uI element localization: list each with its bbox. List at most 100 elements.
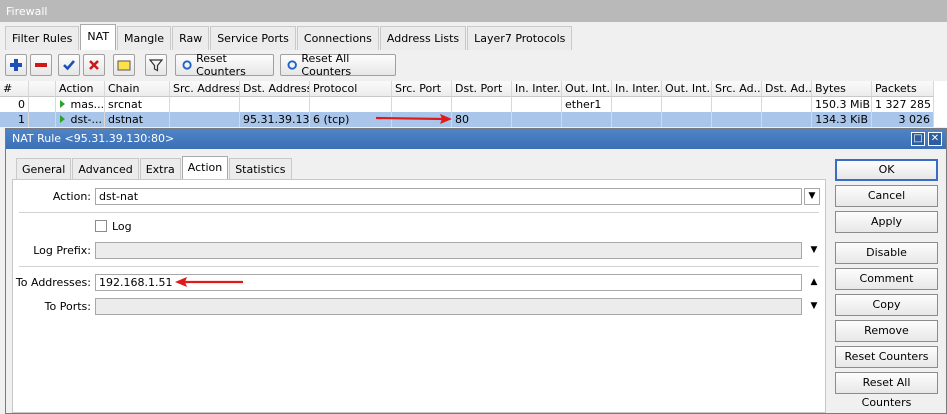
- tab-service-ports[interactable]: Service Ports: [210, 26, 296, 50]
- col-packets[interactable]: Packets: [872, 81, 934, 97]
- col-dst-address-list[interactable]: Dst. Ad...: [762, 81, 812, 97]
- row-dst-port: 80: [452, 112, 512, 127]
- toolbar: Reset Counters Reset All Counters: [0, 50, 947, 80]
- col-src-address-list[interactable]: Src. Ad...: [712, 81, 762, 97]
- row-num: 0: [0, 97, 29, 112]
- to-ports-dropdown-icon[interactable]: ▼: [808, 298, 820, 315]
- copy-button[interactable]: Copy: [835, 294, 938, 316]
- row-packets: 1 327 285: [872, 97, 934, 112]
- maximize-icon[interactable]: □: [911, 132, 925, 146]
- tab-general[interactable]: General: [16, 158, 72, 179]
- tab-address-lists[interactable]: Address Lists: [379, 26, 467, 50]
- row-out-interface: [562, 112, 612, 127]
- col-dst-port[interactable]: Dst. Port: [452, 81, 512, 97]
- reset-all-counters-button[interactable]: Reset All Counters: [280, 52, 396, 78]
- log-prefix-label: Log Prefix:: [33, 244, 91, 257]
- col-src-address[interactable]: Src. Address: [170, 81, 240, 97]
- row-action: mas...: [56, 97, 105, 112]
- nat-rule-dialog: NAT Rule <95.31.39.130:80> □ ✕ General A…: [5, 128, 947, 414]
- reset-counters-label: Reset Counters: [196, 52, 246, 78]
- disable-button[interactable]: Disable: [835, 242, 938, 264]
- col-bytes[interactable]: Bytes: [812, 81, 872, 97]
- dst-nat-icon: [60, 115, 65, 123]
- col-dst-address[interactable]: Dst. Address: [240, 81, 310, 97]
- log-checkbox[interactable]: [95, 220, 107, 232]
- row-bytes: 134.3 KiB: [812, 112, 872, 127]
- to-addresses-label: To Addresses:: [15, 276, 91, 289]
- to-ports-label: To Ports:: [44, 300, 91, 313]
- col-flags[interactable]: [29, 81, 56, 97]
- col-src-port[interactable]: Src. Port: [392, 81, 452, 97]
- tab-filter-rules[interactable]: Filter Rules: [5, 26, 80, 50]
- action-panel: Action: dst-nat ▼ Log Log Prefix: ▼ To A…: [12, 179, 826, 413]
- to-ports-input[interactable]: [95, 298, 802, 315]
- col-out-interface-list[interactable]: Out. Int...: [662, 81, 712, 97]
- masquerade-icon: [60, 100, 65, 108]
- row-dst-address: [240, 97, 310, 112]
- row-out-interface: ether1: [562, 97, 612, 112]
- comment-button[interactable]: [113, 54, 135, 76]
- row-src-address: [170, 97, 240, 112]
- to-addresses-collapse-icon[interactable]: ▲: [808, 274, 820, 291]
- tab-action[interactable]: Action: [181, 156, 229, 179]
- cancel-button[interactable]: Cancel: [835, 185, 938, 207]
- note-icon: [117, 60, 131, 71]
- row-packets: 3 026: [872, 112, 934, 127]
- check-icon: [63, 60, 75, 71]
- log-prefix-dropdown-icon[interactable]: ▼: [808, 242, 820, 259]
- remove-button[interactable]: Remove: [835, 320, 938, 342]
- tab-nat[interactable]: NAT: [80, 24, 117, 50]
- tab-statistics[interactable]: Statistics: [229, 158, 292, 179]
- row-chain: srcnat: [105, 97, 170, 112]
- reset-counters-button[interactable]: Reset Counters: [835, 346, 938, 368]
- tab-connections[interactable]: Connections: [296, 26, 379, 50]
- reset-all-counters-button[interactable]: Reset All Counters: [835, 372, 938, 409]
- col-num[interactable]: #: [0, 81, 29, 97]
- row-action: dst-...: [56, 112, 105, 127]
- col-chain[interactable]: Chain: [105, 81, 170, 97]
- main-tabs: Filter Rules NAT Mangle Raw Service Port…: [0, 24, 573, 50]
- tab-advanced[interactable]: Advanced: [72, 158, 139, 179]
- filter-icon: [149, 59, 163, 72]
- disable-button[interactable]: [83, 54, 105, 76]
- col-in-interface[interactable]: In. Inter...: [512, 81, 562, 97]
- reset-counters-button[interactable]: Reset Counters: [175, 52, 274, 78]
- to-addresses-value: 192.168.1.51: [99, 276, 173, 289]
- nat-rules-table: # Action Chain Src. Address Dst. Address…: [0, 81, 947, 127]
- plus-icon: [10, 59, 22, 71]
- log-prefix-input[interactable]: [95, 242, 802, 259]
- comment-button[interactable]: Comment: [835, 268, 938, 290]
- filter-button[interactable]: [145, 54, 167, 76]
- dialog-title: NAT Rule <95.31.39.130:80>: [6, 129, 946, 149]
- row-action-text: dst-...: [70, 113, 103, 126]
- annotation-arrow-to-addresses: [175, 277, 243, 287]
- row-src-address: [170, 112, 240, 127]
- add-button[interactable]: [5, 54, 27, 76]
- col-action[interactable]: Action: [56, 81, 105, 97]
- col-out-interface[interactable]: Out. Int...: [562, 81, 612, 97]
- tab-extra[interactable]: Extra: [139, 158, 181, 179]
- tab-layer7-protocols[interactable]: Layer7 Protocols: [467, 26, 573, 50]
- tab-mangle[interactable]: Mangle: [117, 26, 172, 50]
- row-num: 1: [0, 112, 29, 127]
- minus-icon: [35, 63, 47, 67]
- row-bytes: 150.3 MiB: [812, 97, 872, 112]
- reset-all-counters-label: Reset All Counters: [301, 52, 352, 78]
- dialog-tabs: General Advanced Extra Action Statistics: [16, 156, 293, 179]
- action-dropdown[interactable]: ▼: [804, 188, 820, 205]
- row-in-interface: [512, 112, 562, 127]
- col-in-interface-list[interactable]: In. Inter...: [612, 81, 662, 97]
- log-label: Log: [112, 220, 132, 233]
- tab-raw[interactable]: Raw: [172, 26, 210, 50]
- enable-button[interactable]: [58, 54, 80, 76]
- row-dst-port: [452, 97, 512, 112]
- close-icon[interactable]: ✕: [928, 132, 942, 146]
- row-in-interface: [512, 97, 562, 112]
- col-protocol[interactable]: Protocol: [310, 81, 392, 97]
- row-dst-address: 95.31.39.130: [240, 112, 310, 127]
- remove-button[interactable]: [30, 54, 52, 76]
- action-select[interactable]: dst-nat: [95, 188, 802, 205]
- reset-icon: [287, 60, 297, 70]
- apply-button[interactable]: Apply: [835, 211, 938, 233]
- ok-button[interactable]: OK: [835, 159, 938, 181]
